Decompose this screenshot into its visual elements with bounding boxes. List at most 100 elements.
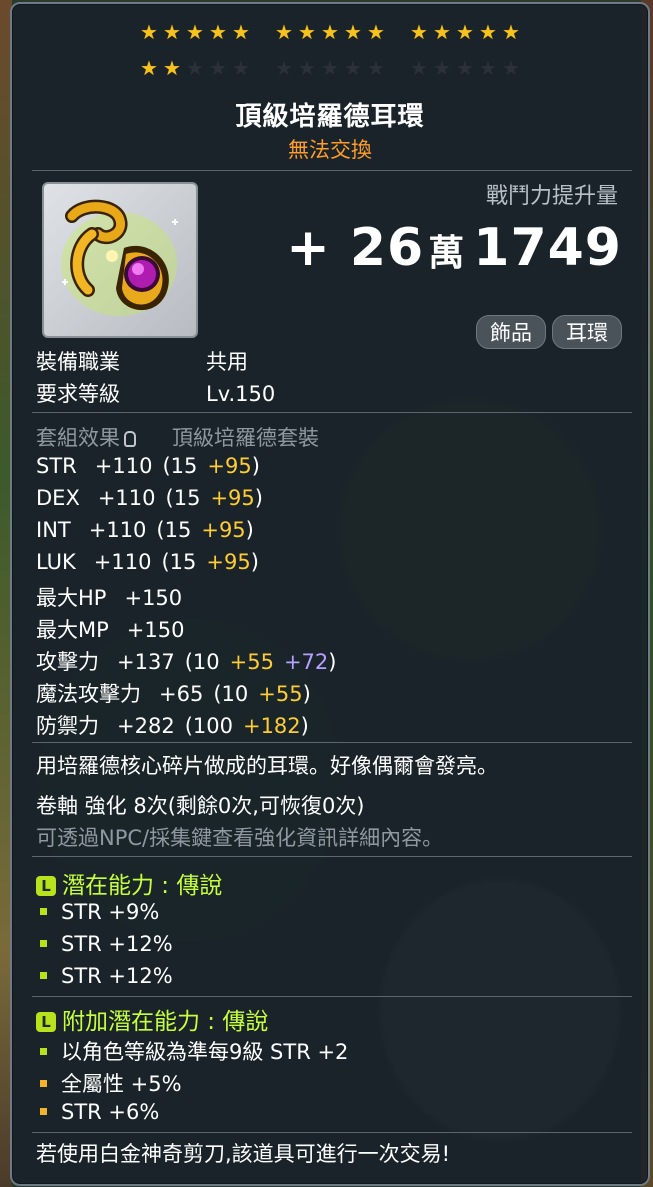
stat-row: STR +110 (15 +95)	[36, 454, 260, 478]
trade-restriction: 無法交換	[288, 138, 372, 162]
set-effect-label: 套組效果	[36, 426, 120, 450]
required-level-label: 要求等級	[36, 382, 120, 406]
star-filled-icon: ★	[502, 20, 520, 44]
tag-earring: 耳環	[552, 315, 622, 349]
stat-total: +110	[94, 454, 153, 478]
bonus-potential-line: STR +6%	[36, 1100, 159, 1124]
bonus-potential-line-text: 以角色等級為準每9級 STR +2	[61, 1040, 349, 1064]
star-empty-icon: ★	[186, 56, 204, 80]
divider	[32, 412, 632, 413]
star-filled-icon: ★	[344, 20, 362, 44]
bullet-icon	[40, 939, 47, 947]
stat-row: 防禦力 +282 (100 +182)	[36, 710, 309, 740]
item-category-tags: 飾品 耳環	[476, 315, 622, 349]
star-empty-icon: ★	[456, 56, 474, 80]
npc-hint: 可透過NPC/採集鍵查看強化資訊詳細內容。	[36, 826, 444, 850]
stat-flame-bonus: +95	[207, 454, 252, 478]
stat-name: LUK	[36, 550, 76, 574]
combat-power-rest: 1749	[473, 218, 622, 278]
stat-row: LUK +110 (15 +95)	[36, 550, 259, 574]
stat-total: +65	[159, 682, 204, 706]
bullet-icon	[40, 1079, 47, 1087]
stat-name: 最大HP	[36, 586, 107, 610]
divider	[32, 1132, 632, 1133]
stat-close: )	[328, 650, 337, 674]
stat-total: +110	[97, 486, 156, 510]
stat-close: )	[300, 714, 309, 738]
star-empty-icon: ★	[298, 56, 316, 80]
potential-line-text: STR +12%	[61, 932, 173, 956]
star-group: ★ ★ ★ ★ ★	[274, 22, 387, 42]
divider	[32, 996, 632, 997]
stat-flame-bonus: +95	[201, 518, 246, 542]
star-filled-icon: ★	[298, 20, 316, 44]
stat-close: )	[254, 486, 263, 510]
star-filled-icon: ★	[163, 20, 181, 44]
stat-base: (15	[156, 518, 192, 542]
item-name: 頂級培羅德耳環	[235, 102, 425, 132]
combat-power-sign: +	[286, 218, 331, 278]
bullet-icon	[40, 1047, 47, 1055]
potential-header-text: 潛在能力 : 傳說	[62, 873, 223, 899]
scissors-trade-note: 若使用白金神奇剪刀,該道具可進行一次交易!	[36, 1142, 451, 1166]
potential-line-text: STR +12%	[61, 964, 173, 988]
star-filled-icon: ★	[140, 20, 158, 44]
stat-total: +137	[117, 650, 175, 674]
stat-flame-bonus: +55	[229, 650, 274, 674]
stat-close: )	[245, 518, 254, 542]
stat-name: 最大MP	[36, 618, 109, 642]
item-tooltip: ★ ★ ★ ★ ★ ★ ★ ★ ★ ★ ★ ★ ★ ★ ★ ★ ★ ★ ★ ★ ★ ★ ★ ★ ★ ★ ★ ★ ★ ★ 頂級培羅德耳環 …	[10, 2, 650, 1186]
stat-row: 最大MP +150	[36, 614, 194, 644]
star-empty-icon: ★	[321, 56, 339, 80]
stat-row: 最大HP +150	[36, 582, 192, 612]
star-filled-icon: ★	[232, 20, 250, 44]
combat-power-main: 26	[349, 218, 425, 278]
stat-row: 攻擊力 +137 (10 +55 +72)	[36, 646, 336, 676]
star-filled-icon: ★	[140, 56, 158, 80]
stat-row: INT +110 (15 +95)	[36, 518, 254, 542]
star-group: ★ ★ ★ ★ ★	[139, 22, 252, 42]
stat-flame-bonus: +55	[258, 682, 303, 706]
bonus-potential-line: 全屬性 +5%	[36, 1068, 182, 1098]
stat-name: STR	[36, 454, 77, 478]
potential-header: L 潛在能力 : 傳說	[36, 866, 222, 900]
star-group: ★ ★ ★ ★ ★	[139, 58, 252, 78]
stat-base: (15	[165, 486, 201, 510]
item-description: 用培羅德核心碎片做成的耳環。好像偶爾會發亮。	[36, 754, 498, 778]
star-filled-icon: ★	[456, 20, 474, 44]
bullet-icon	[40, 971, 47, 979]
star-empty-icon: ★	[275, 56, 293, 80]
potential-line: STR +12%	[36, 932, 173, 956]
required-level-value: Lv.150	[206, 382, 276, 406]
star-empty-icon: ★	[410, 56, 428, 80]
star-empty-icon: ★	[367, 56, 385, 80]
stat-name: 攻擊力	[36, 650, 99, 674]
star-empty-icon: ★	[502, 56, 520, 80]
star-empty-icon: ★	[479, 56, 497, 80]
divider	[32, 742, 632, 743]
star-empty-icon: ★	[232, 56, 250, 80]
star-filled-icon: ★	[410, 20, 428, 44]
bonus-potential-line-text: 全屬性 +5%	[61, 1072, 182, 1096]
star-filled-icon: ★	[186, 20, 204, 44]
star-filled-icon: ★	[209, 20, 227, 44]
bullet-icon	[40, 907, 47, 915]
bonus-potential-line: 以角色等級為準每9級 STR +2	[36, 1036, 348, 1066]
required-level-row: 要求等級 Lv.150	[36, 378, 275, 408]
potential-line-text: STR +9%	[61, 900, 160, 924]
bullet-icon	[40, 1107, 47, 1115]
stat-name: DEX	[36, 486, 80, 510]
star-filled-icon: ★	[479, 20, 497, 44]
bonus-potential-line-text: STR +6%	[61, 1100, 160, 1124]
star-group: ★ ★ ★ ★ ★	[274, 58, 387, 78]
earring-icon	[61, 199, 178, 316]
stat-close: )	[250, 550, 259, 574]
item-icon-frame	[42, 182, 198, 338]
stat-close: )	[302, 682, 311, 706]
star-filled-icon: ★	[163, 56, 181, 80]
potential-line: STR +12%	[36, 964, 173, 988]
star-group: ★ ★ ★ ★ ★	[409, 22, 522, 42]
star-group: ★ ★ ★ ★ ★	[409, 58, 522, 78]
stat-total: +150	[126, 618, 185, 642]
bonus-potential-header-text: 附加潛在能力 : 傳說	[62, 1009, 269, 1035]
